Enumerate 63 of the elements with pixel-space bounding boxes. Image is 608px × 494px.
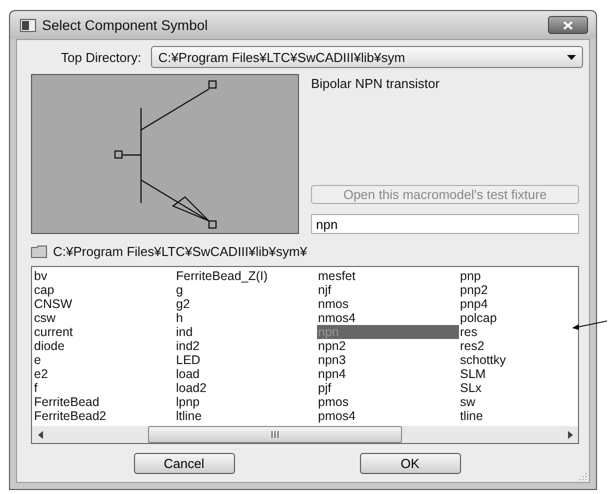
symbol-list-item[interactable]: ind xyxy=(175,325,317,339)
symbol-description: Bipolar NPN transistor xyxy=(311,76,441,91)
symbol-list-item[interactable]: ltline xyxy=(175,409,317,423)
window-icon xyxy=(20,18,36,32)
symbol-list-item[interactable]: load xyxy=(175,367,317,381)
symbol-list-item[interactable]: pnp2 xyxy=(459,283,601,297)
close-button[interactable] xyxy=(548,16,588,34)
scroll-right-icon[interactable] xyxy=(568,430,572,438)
symbol-list-item[interactable]: npn3 xyxy=(317,353,459,367)
symbol-list-item[interactable]: diode xyxy=(33,339,175,353)
leader-line xyxy=(572,318,608,332)
symbol-list-item[interactable]: pmos xyxy=(317,395,459,409)
horizontal-scrollbar[interactable] xyxy=(32,426,578,443)
symbol-list-item[interactable]: e2 xyxy=(33,367,175,381)
symbol-list-item[interactable]: g2 xyxy=(175,297,317,311)
symbol-list-item[interactable]: res2 xyxy=(459,339,601,353)
symbol-list-item[interactable]: tline xyxy=(459,409,601,423)
symbol-list-item[interactable]: pjf xyxy=(317,381,459,395)
symbol-list-item[interactable]: e xyxy=(33,353,175,367)
resize-grip-icon[interactable] xyxy=(578,471,587,480)
symbol-list-item[interactable]: polcap xyxy=(459,311,601,325)
symbol-list-item[interactable]: FerriteBead xyxy=(33,395,175,409)
symbol-list-item[interactable]: nmos xyxy=(317,297,459,311)
dropdown-caret-icon xyxy=(567,54,576,60)
symbol-list-item[interactable]: res xyxy=(459,325,601,339)
symbol-list-item[interactable]: npn4 xyxy=(317,367,459,381)
symbol-list-item[interactable]: FerriteBead_Z(I) xyxy=(175,269,317,283)
symbol-list-item[interactable]: FerriteBead2 xyxy=(33,409,175,423)
symbol-list-item[interactable]: CNSW xyxy=(33,297,175,311)
symbol-list-item[interactable]: SLx xyxy=(459,381,601,395)
symbol-list-item[interactable]: pnp xyxy=(459,269,601,283)
folder-icon xyxy=(31,244,47,258)
scrollbar-thumb[interactable] xyxy=(148,426,402,443)
symbol-name-field[interactable]: npn xyxy=(311,214,579,234)
ok-button[interactable]: OK xyxy=(360,453,460,474)
symbol-list-item[interactable]: schottky xyxy=(459,353,601,367)
close-icon xyxy=(563,20,573,30)
folder-path: C:¥Program Files¥LTC¥SwCADIII¥lib¥sym¥ xyxy=(53,244,308,258)
symbol-list-item[interactable]: load2 xyxy=(175,381,317,395)
symbol-list-item[interactable]: sw xyxy=(459,395,601,409)
symbol-list-item[interactable]: csw xyxy=(33,311,175,325)
symbol-list-item[interactable]: pmos4 xyxy=(317,409,459,423)
symbol-list-item[interactable]: cap xyxy=(33,283,175,297)
symbol-list-item[interactable]: current xyxy=(33,325,175,339)
symbol-list-item[interactable]: LED xyxy=(175,353,317,367)
symbol-list-item[interactable]: lpnp xyxy=(175,395,317,409)
symbol-list-item[interactable]: nmos4 xyxy=(317,311,459,325)
top-directory-dropdown[interactable]: C:¥Program Files¥LTC¥SwCADIII¥lib¥sym xyxy=(151,46,583,68)
cancel-button[interactable]: Cancel xyxy=(134,453,234,474)
symbol-list-item[interactable]: pnp4 xyxy=(459,297,601,311)
symbol-list-item[interactable]: bv xyxy=(33,269,175,283)
symbol-list-item[interactable]: f xyxy=(33,381,175,395)
symbol-list-item[interactable]: SLM xyxy=(459,367,601,381)
top-directory-label: Top Directory: xyxy=(61,50,142,64)
grip-icon xyxy=(271,431,279,438)
window-title: Select Component Symbol xyxy=(42,17,209,33)
symbol-list-item[interactable]: h xyxy=(175,311,317,325)
symbol-list-item[interactable]: npn2 xyxy=(317,339,459,353)
symbol-list-item[interactable]: njf xyxy=(317,283,459,297)
symbol-list-item[interactable]: ind2 xyxy=(175,339,317,353)
scroll-left-icon[interactable] xyxy=(38,430,42,438)
symbol-list-item[interactable]: mesfet xyxy=(317,269,459,283)
symbol-list-item[interactable]: g xyxy=(175,283,317,297)
